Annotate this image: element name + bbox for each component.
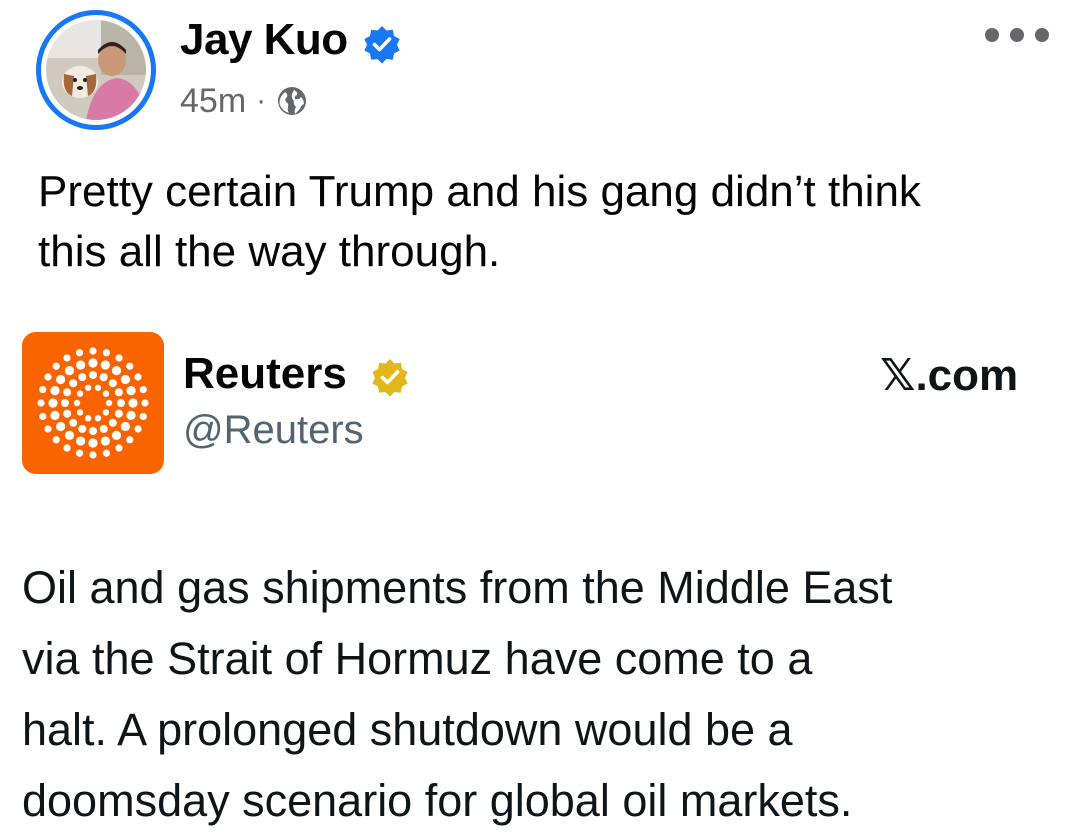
logo-dot (39, 412, 47, 421)
post-meta: 45m · (180, 78, 308, 124)
logo-dot (99, 424, 108, 433)
logo-dot (115, 444, 123, 452)
logo-dot (89, 371, 97, 379)
embedded-post[interactable]: Reuters @Reuters 𝕏.com Oil and gas shipm… (0, 320, 1080, 836)
logo-dot (52, 436, 60, 444)
logo-dot (89, 347, 97, 355)
logo-dot (76, 409, 84, 416)
logo-dot (89, 427, 97, 435)
logo-dot (134, 373, 142, 381)
logo-dot (108, 379, 117, 388)
author-name[interactable]: Jay Kuo (180, 12, 348, 68)
logo-dot (102, 449, 111, 457)
logo-dot (64, 430, 75, 440)
embed-text: Oil and gas shipments from the Middle Ea… (22, 562, 893, 826)
avatar-image (46, 20, 146, 120)
logo-dot (100, 360, 110, 370)
logo-dot (102, 349, 111, 357)
logo-dot (102, 409, 110, 416)
logo-dot (63, 354, 71, 362)
logo-dot (126, 362, 134, 370)
logo-dot (94, 384, 102, 391)
more-dot (985, 28, 999, 42)
logo-dot (75, 349, 84, 357)
meta-separator: · (256, 84, 267, 117)
logo-dot (117, 399, 125, 407)
embed-author-handle[interactable]: @Reuters (183, 404, 364, 456)
gold-verified-badge-icon (372, 359, 408, 397)
logo-dot (114, 388, 123, 397)
logo-dot (105, 399, 113, 407)
logo-dot (84, 415, 92, 422)
logo-dot (52, 362, 60, 370)
globe-icon[interactable] (276, 85, 308, 117)
logo-dot (126, 436, 134, 444)
logo-dot (126, 410, 136, 420)
logo-dot (141, 399, 149, 407)
logo-dot (44, 373, 52, 381)
logo-dot (84, 384, 92, 391)
logo-dot (76, 360, 86, 370)
logo-dot (75, 449, 84, 457)
logo-dot (111, 430, 122, 440)
logo-dot (63, 409, 72, 418)
logo-dot (69, 418, 78, 427)
logo-dot (108, 418, 117, 427)
reuters-logo-icon (22, 332, 164, 474)
more-dot (1035, 28, 1049, 42)
logo-dot (50, 386, 60, 396)
logo-dot (56, 421, 66, 432)
post-text: Pretty certain Trump and his gang didn’t… (38, 167, 921, 276)
logo-dot (78, 424, 87, 433)
logo-dot (100, 436, 110, 446)
logo-dot (115, 354, 123, 362)
logo-dot (114, 409, 123, 418)
logo-dot (50, 410, 60, 420)
logo-dot (120, 374, 130, 385)
logo-dot (48, 398, 58, 408)
logo-dot (111, 366, 122, 376)
logo-dot (44, 425, 52, 433)
logo-dot (139, 385, 147, 394)
logo-dot (88, 358, 98, 368)
more-dot (1010, 28, 1024, 42)
logo-dot (76, 390, 84, 397)
logo-dot (39, 385, 47, 394)
logo-dot (73, 399, 81, 407)
logo-dot (78, 373, 87, 382)
logo-dot (94, 415, 102, 422)
author-avatar[interactable] (36, 10, 156, 130)
logo-dot (102, 390, 110, 397)
source-link[interactable]: 𝕏.com (880, 348, 1018, 404)
verified-badge-icon (364, 26, 400, 64)
logo-dot (64, 366, 75, 376)
post-header: Jay Kuo 45m · (0, 0, 1080, 140)
logo-dot (76, 436, 86, 446)
logo-dot (128, 398, 138, 408)
logo-dot (63, 388, 72, 397)
logo-dot (88, 438, 98, 448)
embed-author-name[interactable]: Reuters (183, 346, 347, 402)
logo-dot (56, 374, 66, 385)
logo-dot (134, 425, 142, 433)
logo-dot (120, 421, 130, 432)
logo-dot (37, 399, 45, 407)
logo-dot (61, 399, 69, 407)
logo-dot (69, 379, 78, 388)
logo-dot (99, 373, 108, 382)
logo-dot (89, 451, 97, 459)
more-options-icon[interactable] (985, 20, 1049, 50)
logo-dot (139, 412, 147, 421)
timestamp[interactable]: 45m (180, 82, 246, 121)
logo-dot (126, 386, 136, 396)
logo-dot (63, 444, 71, 452)
